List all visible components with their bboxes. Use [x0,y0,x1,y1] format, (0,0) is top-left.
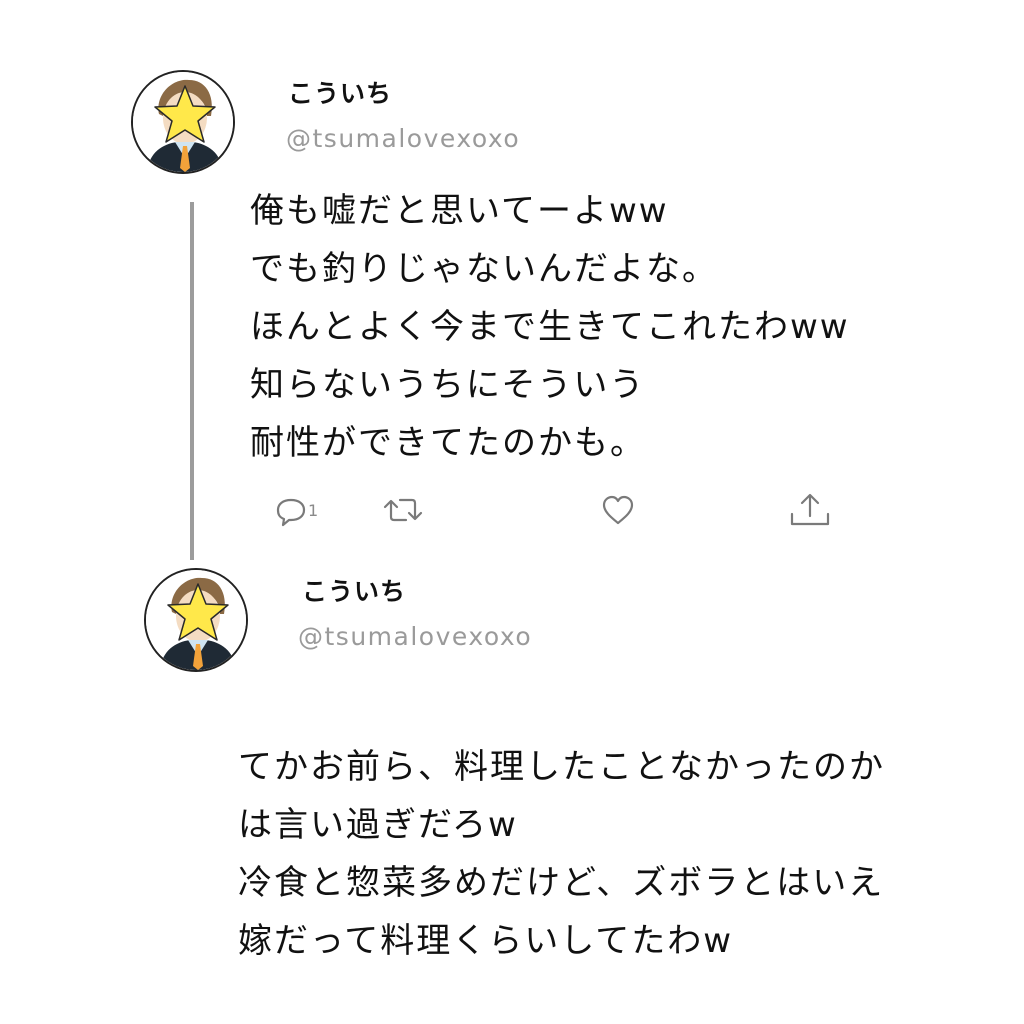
tweet-line: 耐性ができてたのかも。 [250,423,646,463]
reply-button[interactable]: 1 [274,488,318,532]
tweet-body: てかお前ら、料理したことなかったのか は言い過ぎだろw 冷食と惣菜多めだけど、ズボラ… [238,738,885,970]
share-icon [790,493,830,526]
tweet-line: でも釣りじゃないんだよな。 [250,249,718,289]
tweet-line: ほんとよく今まで生きてこれたわww [250,307,850,347]
tweet-line: 知らないうちにそういう [250,365,646,405]
user-handle[interactable]: @tsumalovexoxo [298,622,532,651]
like-button[interactable] [600,488,636,532]
reply-icon [276,498,306,527]
display-name[interactable]: こういち [302,572,406,608]
avatar-star-masked-icon [146,570,246,670]
tweet-actions: 1 [0,488,1024,532]
like-icon [602,495,634,525]
tweet-body: 俺も嘘だと思いてーよww でも釣りじゃないんだよな。ほんとよく今まで生きてこれたわ… [250,182,850,472]
tweet-line: 嫁だって料理くらいしてたわw [238,921,734,961]
tweet-1[interactable]: こういち @tsumalovexoxo 俺も嘘だと思いてーよww でも釣りじゃない… [0,0,1024,560]
display-name[interactable]: こういち [288,74,392,110]
tweet-line: 俺も嘘だと思いてーよww [250,191,669,231]
retweet-button[interactable] [379,488,427,532]
tweet-line: は言い過ぎだろw [238,805,518,845]
avatar[interactable] [144,568,248,672]
tweet-2[interactable]: こういち @tsumalovexoxo てかお前ら、料理したことなかったのか は言… [0,560,1024,1024]
tweet-line: 冷食と惣菜多めだけど、ズボラとはいえ [238,863,885,903]
share-button[interactable] [788,488,832,532]
reply-count: 1 [308,500,319,520]
avatar-star-masked-icon [133,72,233,172]
tweet-line: てかお前ら、料理したことなかったのか [238,747,885,787]
avatar[interactable] [131,70,235,174]
user-handle[interactable]: @tsumalovexoxo [286,124,520,153]
retweet-icon [383,498,423,522]
